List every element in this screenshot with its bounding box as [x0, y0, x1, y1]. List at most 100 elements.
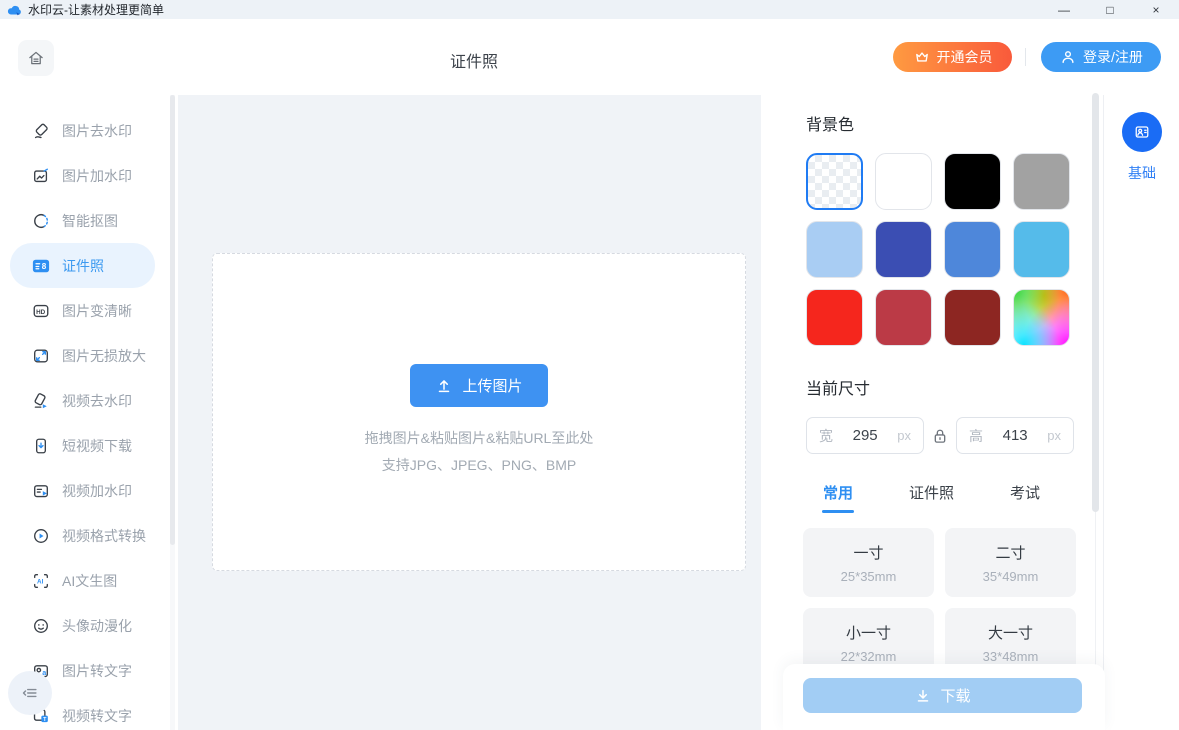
right-rail: 基础 — [1103, 95, 1179, 730]
download-icon — [914, 687, 932, 705]
preset-size: 33*48mm — [983, 649, 1039, 664]
sidebar-item-label: 图片加水印 — [62, 166, 132, 186]
open-vip-button[interactable]: 开通会员 — [893, 42, 1012, 72]
sidebar-item-label: 证件照 — [62, 256, 104, 276]
sidebar-item-label: 视频格式转换 — [62, 526, 146, 546]
tab-common[interactable]: 常用 — [823, 482, 853, 513]
upload-hint-formats: 支持JPG、JPEG、PNG、BMP — [382, 455, 576, 475]
preset-size: 35*49mm — [983, 569, 1039, 584]
sidebar-item-short-video-download[interactable]: 短视频下载 — [10, 423, 155, 468]
header-divider — [1025, 48, 1026, 66]
panel-scrollbar[interactable] — [1092, 93, 1099, 512]
open-vip-label: 开通会员 — [937, 47, 993, 67]
sidebar-item-video-format-convert[interactable]: 视频格式转换 — [10, 513, 155, 558]
swatch-dark-red[interactable] — [944, 289, 1001, 346]
height-value[interactable]: 413 — [1003, 427, 1028, 444]
smart-cutout-icon — [32, 212, 50, 230]
upload-icon — [435, 377, 453, 395]
height-unit: px — [1047, 428, 1061, 443]
height-field[interactable]: 高 413 px — [956, 417, 1074, 454]
tab-id-photo[interactable]: 证件照 — [909, 482, 954, 513]
background-color-swatches — [806, 153, 1072, 346]
login-register-label: 登录/注册 — [1083, 47, 1143, 67]
current-size-title: 当前尺寸 — [806, 375, 870, 399]
close-button[interactable]: × — [1133, 0, 1179, 19]
swatch-gray[interactable] — [1013, 153, 1070, 210]
login-register-button[interactable]: 登录/注册 — [1041, 42, 1161, 72]
background-color-title: 背景色 — [806, 111, 854, 135]
swatch-dark-blue[interactable] — [875, 221, 932, 278]
preset-name: 大一寸 — [988, 622, 1033, 643]
sidebar-item-label: 视频转文字 — [62, 706, 132, 726]
minimize-button[interactable]: — — [1041, 0, 1087, 19]
sidebar-scrollbar[interactable] — [170, 95, 175, 545]
image-watermark-icon — [32, 167, 50, 185]
swatch-transparent[interactable] — [806, 153, 863, 210]
maximize-button[interactable]: □ — [1087, 0, 1133, 19]
swatch-custom-color-picker[interactable] — [1013, 289, 1070, 346]
collapse-menu-icon — [21, 684, 39, 702]
download-bar: 下载 — [783, 664, 1105, 730]
sidebar-item-label: AI文生图 — [62, 571, 117, 591]
svg-text:HD: HD — [36, 308, 46, 315]
avatar-cartoon-icon — [32, 617, 50, 635]
basic-mode-button[interactable] — [1122, 112, 1162, 152]
user-icon — [1059, 48, 1077, 66]
swatch-blue[interactable] — [944, 221, 1001, 278]
preset-two-inch[interactable]: 二寸 35*49mm — [945, 528, 1076, 597]
sidebar: 图片去水印 图片加水印 智能抠图 8 证件照 HD 图片变清晰 图片无损放大 视… — [0, 95, 178, 730]
size-preset-grid: 一寸 25*35mm 二寸 35*49mm 小一寸 22*32mm 大一寸 33… — [803, 528, 1076, 677]
collapse-sidebar-button[interactable] — [8, 671, 52, 715]
app-logo-cloud-icon — [7, 3, 22, 16]
sidebar-item-remove-watermark[interactable]: 图片去水印 — [10, 108, 155, 153]
tab-exam[interactable]: 考试 — [1010, 482, 1040, 513]
preset-one-inch[interactable]: 一寸 25*35mm — [803, 528, 934, 597]
sidebar-item-add-watermark[interactable]: 图片加水印 — [10, 153, 155, 198]
video-watermark-icon — [32, 482, 50, 500]
preset-size: 25*35mm — [841, 569, 897, 584]
preset-size: 22*32mm — [841, 649, 897, 664]
aspect-lock-button[interactable] — [924, 427, 956, 445]
width-unit: px — [897, 428, 911, 443]
home-button[interactable] — [18, 40, 54, 76]
width-field[interactable]: 宽 295 px — [806, 417, 924, 454]
sidebar-item-lossless-enlarge[interactable]: 图片无损放大 — [10, 333, 155, 378]
width-value[interactable]: 295 — [853, 427, 878, 444]
sidebar-item-avatar-cartoonize[interactable]: 头像动漫化 — [10, 603, 155, 648]
sidebar-item-image-clarify[interactable]: HD 图片变清晰 — [10, 288, 155, 333]
sidebar-item-label: 视频去水印 — [62, 391, 132, 411]
video-eraser-icon — [32, 392, 50, 410]
preset-name: 一寸 — [853, 542, 883, 563]
titlebar: 水印云-让素材处理更简单 — □ × — [0, 0, 1179, 19]
sidebar-item-video-add-watermark[interactable]: 视频加水印 — [10, 468, 155, 513]
swatch-black[interactable] — [944, 153, 1001, 210]
window-title: 水印云-让素材处理更简单 — [28, 1, 164, 18]
hd-icon: HD — [32, 302, 50, 320]
upload-image-label: 上传图片 — [462, 375, 522, 396]
enlarge-icon — [32, 347, 50, 365]
id-photo-icon: 8 — [32, 257, 50, 275]
page-title: 证件照 — [394, 48, 554, 72]
download-button[interactable]: 下载 — [803, 678, 1082, 713]
swatch-red[interactable] — [806, 289, 863, 346]
size-category-tabs: 常用 证件照 考试 — [823, 482, 1040, 513]
swatch-white[interactable] — [875, 153, 932, 210]
sidebar-item-label: 短视频下载 — [62, 436, 132, 456]
video-download-icon — [32, 437, 50, 455]
sidebar-item-id-photo[interactable]: 8 证件照 — [10, 243, 155, 288]
sidebar-item-smart-cutout[interactable]: 智能抠图 — [10, 198, 155, 243]
dimension-inputs: 宽 295 px 高 413 px — [806, 417, 1074, 454]
app-window: 水印云-让素材处理更简单 — □ × 证件照 开通会员 登录/注册 — [0, 0, 1179, 730]
sidebar-item-ai-text-to-image[interactable]: AI AI文生图 — [10, 558, 155, 603]
upload-image-button[interactable]: 上传图片 — [410, 364, 548, 407]
width-label: 宽 — [819, 426, 833, 446]
upload-dropzone[interactable]: 上传图片 拖拽图片&粘贴图片&粘贴URL至此处 支持JPG、JPEG、PNG、B… — [212, 253, 746, 571]
ai-image-icon: AI — [32, 572, 50, 590]
sidebar-item-video-remove-watermark[interactable]: 视频去水印 — [10, 378, 155, 423]
swatch-crimson[interactable] — [875, 289, 932, 346]
preset-name: 二寸 — [995, 542, 1025, 563]
sidebar-item-label: 视频加水印 — [62, 481, 132, 501]
swatch-light-blue[interactable] — [806, 221, 863, 278]
svg-text:AI: AI — [37, 578, 44, 585]
swatch-sky-blue[interactable] — [1013, 221, 1070, 278]
